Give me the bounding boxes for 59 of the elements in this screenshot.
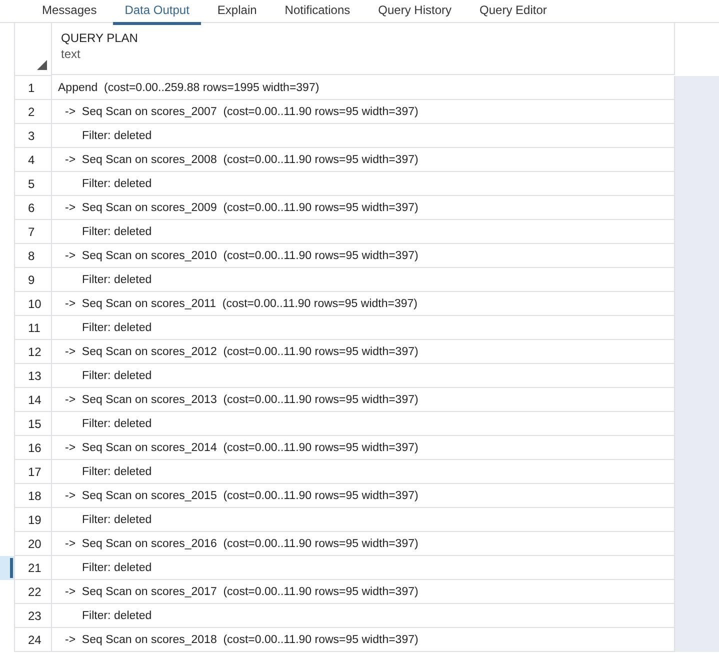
row-number[interactable]: 24 xyxy=(14,628,52,652)
selection-marker xyxy=(10,558,13,578)
table-cell: -> Seq Scan on scores_2018 (cost=0.00..11.90 rows=95 width=397) xyxy=(52,628,675,652)
tab[interactable]: Messages xyxy=(30,0,109,25)
table-cell: -> Seq Scan on scores_2013 (cost=0.00..11.90 rows=95 width=397) xyxy=(52,388,675,412)
row-number[interactable]: 21 xyxy=(14,556,52,580)
table-cell: -> Seq Scan on scores_2009 (cost=0.00..11.90 rows=95 width=397) xyxy=(52,196,675,220)
table-cell: Filter: deleted xyxy=(52,604,675,628)
row-number[interactable]: 3 xyxy=(14,124,52,148)
table-cell: -> Seq Scan on scores_2016 (cost=0.00..11.90 rows=95 width=397) xyxy=(52,532,675,556)
row-number[interactable]: 6 xyxy=(14,196,52,220)
table-cell: Filter: deleted xyxy=(52,460,675,484)
row-number[interactable]: 1 xyxy=(14,76,52,100)
tab[interactable]: Query Editor xyxy=(468,0,559,25)
row-number[interactable]: 13 xyxy=(14,364,52,388)
table-cell: -> Seq Scan on scores_2017 (cost=0.00..11.90 rows=95 width=397) xyxy=(52,580,675,604)
table-cell: -> Seq Scan on scores_2010 (cost=0.00..11.90 rows=95 width=397) xyxy=(52,244,675,268)
row-number[interactable]: 9 xyxy=(14,268,52,292)
row-number[interactable]: 19 xyxy=(14,508,52,532)
table-cell: Filter: deleted xyxy=(52,508,675,532)
table-cell: Filter: deleted xyxy=(52,316,675,340)
row-number[interactable]: 10 xyxy=(14,292,52,316)
row-number[interactable]: 16 xyxy=(14,436,52,460)
table-cell: Filter: deleted xyxy=(52,220,675,244)
table-cell: Filter: deleted xyxy=(52,124,675,148)
row-number[interactable]: 20 xyxy=(14,532,52,556)
row-number[interactable]: 2 xyxy=(14,100,52,124)
row-number[interactable]: 22 xyxy=(14,580,52,604)
row-number[interactable]: 12 xyxy=(14,340,52,364)
row-number[interactable]: 17 xyxy=(14,460,52,484)
tab[interactable]: Data Output xyxy=(112,0,202,25)
row-number[interactable]: 8 xyxy=(14,244,52,268)
table-cell: -> Seq Scan on scores_2007 (cost=0.00..11.90 rows=95 width=397) xyxy=(52,100,675,124)
row-number[interactable]: 7 xyxy=(14,220,52,244)
table-cell: Filter: deleted xyxy=(52,556,675,580)
row-number[interactable]: 18 xyxy=(14,484,52,508)
table-cell: -> Seq Scan on scores_2008 (cost=0.00..11.90 rows=95 width=397) xyxy=(52,148,675,172)
row-number[interactable]: 11 xyxy=(14,316,52,340)
tab[interactable]: Notifications xyxy=(272,0,362,25)
column-name: QUERY PLAN xyxy=(61,31,139,45)
tab[interactable]: Explain xyxy=(205,0,269,25)
row-number[interactable]: 5 xyxy=(14,172,52,196)
table-cell: Filter: deleted xyxy=(52,268,675,292)
row-number[interactable]: 4 xyxy=(14,148,52,172)
table-cell: -> Seq Scan on scores_2012 (cost=0.00..11.90 rows=95 width=397) xyxy=(52,340,675,364)
table-cell: -> Seq Scan on scores_2011 (cost=0.00..11.90 rows=95 width=397) xyxy=(52,292,675,316)
table-cell: -> Seq Scan on scores_2015 (cost=0.00..11.90 rows=95 width=397) xyxy=(52,484,675,508)
table-cell: Filter: deleted xyxy=(52,172,675,196)
table-cell: -> Seq Scan on scores_2014 (cost=0.00..11.90 rows=95 width=397) xyxy=(52,436,675,460)
row-number[interactable]: 15 xyxy=(14,412,52,436)
tab[interactable]: Query History xyxy=(366,0,464,25)
row-number[interactable]: 23 xyxy=(14,604,52,628)
row-number[interactable]: 14 xyxy=(14,388,52,412)
sort-corner-icon xyxy=(37,60,47,70)
table-cell: Filter: deleted xyxy=(52,412,675,436)
column-header[interactable]: QUERY PLAN text xyxy=(52,23,675,75)
table-cell: Filter: deleted xyxy=(52,364,675,388)
table-cell: Append (cost=0.00..259.88 rows=1995 width=397) xyxy=(52,76,675,100)
column-type: text xyxy=(61,47,82,61)
